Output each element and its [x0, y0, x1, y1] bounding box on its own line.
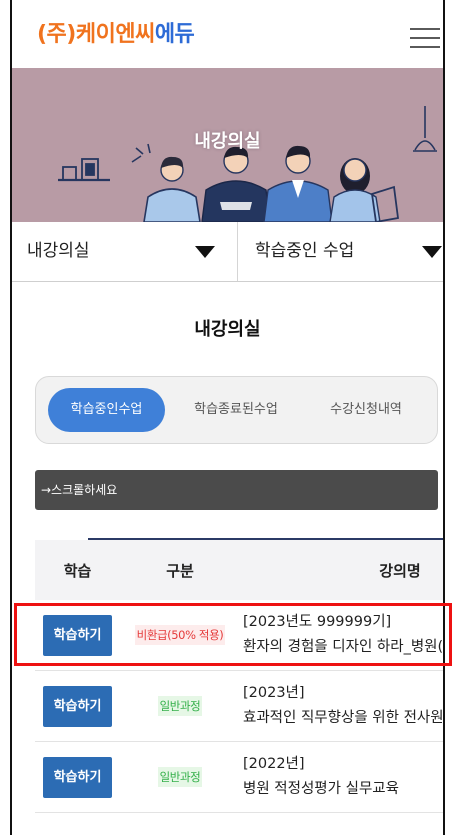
person-illustration-4 — [329, 158, 381, 222]
table-cell-action: 학습하기 — [35, 756, 120, 798]
shelf-illustration — [58, 158, 110, 182]
table-row: 학습하기 일반과정 [2022년] 병원 적정성평가 실무교육 — [35, 742, 443, 813]
tab-in-progress[interactable]: 학습중인수업 — [48, 388, 165, 432]
course-tabs: 학습중인수업 학습종료된수업 수강신청내역 — [35, 376, 438, 444]
site-header: (주)케이엔씨에듀 — [12, 0, 443, 68]
highlight-box — [14, 603, 452, 666]
course-table: 학습 구분 강의명 학습하기 비환급(50% 적용) [2023년도 99999… — [35, 540, 443, 813]
tab-enrollment-history[interactable]: 수강신청내역 — [306, 388, 426, 432]
submenu-select-value: 학습중인 수업 — [255, 241, 355, 261]
caret-down-icon — [422, 246, 442, 258]
category-badge: 일반과정 — [157, 767, 203, 787]
table-row: 학습하기 일반과정 [2023년] 효과적인 직무향상을 위한 전사원 — [35, 671, 443, 742]
column-header-category: 구분 — [166, 561, 194, 580]
category-badge: 일반과정 — [157, 696, 203, 716]
table-cell-category: 일반과정 — [120, 696, 240, 716]
person-illustration-2 — [201, 146, 271, 222]
category-selectors: 내강의실 학습중인 수업 — [12, 222, 443, 282]
menu-select-value: 내강의실 — [27, 241, 90, 261]
page-banner: 내강의실 — [12, 68, 443, 222]
course-table-scroll[interactable]: 학습 구분 강의명 학습하기 비환급(50% 적용) [2023년도 99999… — [35, 540, 443, 815]
person-illustration-3 — [263, 145, 333, 222]
hamburger-icon[interactable] — [410, 28, 440, 48]
study-button[interactable]: 학습하기 — [43, 756, 112, 798]
study-button[interactable]: 학습하기 — [43, 685, 112, 727]
course-title: 병원 적정성평가 실무교육 — [243, 781, 399, 797]
table-header: 학습 구분 강의명 — [35, 540, 443, 600]
page-title: 내강의실 — [194, 319, 261, 340]
course-term: [2022년] — [243, 756, 305, 772]
course-title: 효과적인 직무향상을 위한 전사원 — [243, 710, 443, 726]
logo-text-edu: 에듀 — [154, 22, 195, 47]
logo-text-company: (주)케이엔씨 — [37, 22, 155, 47]
table-cell-category: 일반과정 — [120, 767, 240, 787]
frame-border-left — [10, 0, 12, 835]
submenu-select[interactable]: 학습중인 수업 — [238, 222, 443, 281]
table-cell-course-name[interactable]: [2022년] 병원 적정성평가 실무교육 — [240, 752, 443, 802]
table-cell-course-name[interactable]: [2023년] 효과적인 직무향상을 위한 전사원 — [240, 681, 443, 731]
hamburger-line — [410, 37, 440, 39]
frame-border-right — [443, 0, 445, 835]
hamburger-line — [410, 28, 440, 30]
site-logo[interactable]: (주)케이엔씨에듀 — [37, 20, 195, 50]
column-header-course-name: 강의명 — [379, 561, 421, 580]
table-cell-action: 학습하기 — [35, 685, 120, 727]
tab-completed[interactable]: 학습종료된수업 — [176, 388, 296, 432]
hamburger-line — [410, 46, 440, 48]
person-illustration-1 — [143, 156, 201, 222]
caret-down-icon — [195, 246, 215, 258]
course-term: [2023년] — [243, 685, 305, 701]
banner-title: 내강의실 — [194, 131, 261, 152]
scroll-hint: →스크롤하세요 — [35, 470, 438, 510]
column-header-study: 학습 — [63, 561, 92, 580]
page-root: (주)케이엔씨에듀 내강의실 내강의실 학습중인 수업 내강의실 학습중인수업 … — [0, 0, 453, 835]
menu-select[interactable]: 내강의실 — [12, 222, 237, 281]
